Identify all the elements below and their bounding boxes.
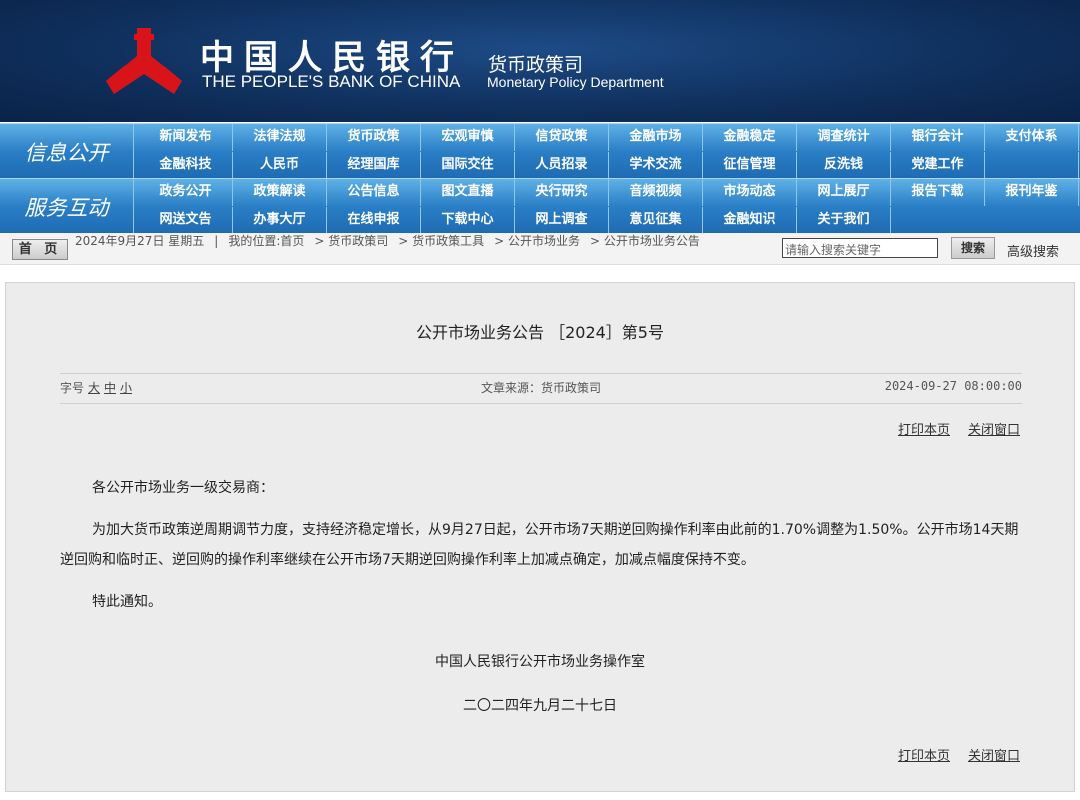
nav-item[interactable]: 党建工作 <box>891 152 985 179</box>
nav-item[interactable]: 新闻发布 <box>139 124 233 151</box>
bank-name-en: THE PEOPLE'S BANK OF CHINA <box>202 72 461 91</box>
nav-item[interactable]: 法律法规 <box>233 124 327 151</box>
site-header: 中国人民银行 THE PEOPLE'S BANK OF CHINA 货币政策司 … <box>0 0 1080 122</box>
nav-item[interactable]: 网上展厅 <box>797 179 891 206</box>
current-date: 2024年9月27日 星期五 <box>75 234 205 248</box>
article-panel: 公开市场业务公告 ［2024］第5号 字号大中小 文章来源：货币政策司 2024… <box>5 282 1075 792</box>
nav-item[interactable]: 政务公开 <box>139 179 233 206</box>
nav-item[interactable]: 金融稳定 <box>703 124 797 151</box>
nav-item[interactable]: 调查统计 <box>797 124 891 151</box>
nav-item[interactable]: 报刊年鉴 <box>985 179 1079 206</box>
department-name-en: Monetary Policy Department <box>487 74 664 90</box>
breadcrumb-item[interactable]: 公开市场业务 <box>508 234 580 248</box>
nav-item[interactable]: 下载中心 <box>421 207 515 234</box>
print-link[interactable]: 打印本页 <box>898 423 950 438</box>
sign-date: 二〇二四年九月二十七日 <box>463 698 617 714</box>
nav-item[interactable]: 金融科技 <box>139 152 233 179</box>
signer: 中国人民银行公开市场业务操作室 <box>435 654 645 670</box>
close-window-link[interactable]: 关闭窗口 <box>968 423 1020 438</box>
nav-item[interactable]: 反洗钱 <box>797 152 891 179</box>
nav-item[interactable]: 在线申报 <box>327 207 421 234</box>
nav-item[interactable]: 央行研究 <box>515 179 609 206</box>
nav-row: 网送文告 办事大厅 在线申报 下载中心 网上调查 意见征集 金融知识 关于我们 <box>139 207 891 234</box>
nav-band-label[interactable]: 服务互动 <box>0 179 134 234</box>
nav-item <box>985 152 1079 179</box>
search-input[interactable]: 请输入搜索关键字 <box>782 238 938 258</box>
nav-item[interactable]: 人员招录 <box>515 152 609 179</box>
nav-item[interactable]: 学术交流 <box>609 152 703 179</box>
nav-band-service: 服务互动 政务公开 政策解读 公告信息 图文直播 央行研究 音频视频 市场动态 网上展厅 报告下… <box>0 178 1080 234</box>
nav-row: 政务公开 政策解读 公告信息 图文直播 央行研究 音频视频 市场动态 网上展厅 报告下载 报刊年鉴 <box>139 179 1079 206</box>
article-actions-bottom: 打印本页 关闭窗口 <box>880 745 1020 764</box>
breadcrumb-home[interactable]: 我的位置:首页 <box>228 234 304 248</box>
department-name-cn: 货币政策司 <box>488 54 584 76</box>
nav-item[interactable]: 金融市场 <box>609 124 703 151</box>
print-link[interactable]: 打印本页 <box>898 749 950 764</box>
nav-item[interactable]: 宏观审慎 <box>421 124 515 151</box>
nav-item[interactable]: 金融知识 <box>703 207 797 234</box>
article-title: 公开市场业务公告 ［2024］第5号 <box>416 323 664 342</box>
nav-band-info: 信息公开 新闻发布 法律法规 货币政策 宏观审慎 信贷政策 金融市场 金融稳定 调查统计 银行会… <box>0 123 1080 179</box>
advanced-search-link[interactable]: 高级搜索 <box>1007 241 1059 260</box>
breadcrumb-item[interactable]: 货币政策工具 <box>412 234 484 248</box>
nav-item[interactable]: 意见征集 <box>609 207 703 234</box>
breadcrumb-item[interactable]: 货币政策司 <box>328 234 388 248</box>
search-button[interactable]: 搜索 <box>951 237 995 259</box>
close-window-link[interactable]: 关闭窗口 <box>968 749 1020 764</box>
nav-row: 金融科技 人民币 经理国库 国际交往 人员招录 学术交流 征信管理 反洗钱 党建工作 <box>139 152 1079 179</box>
article-source: 文章来源：货币政策司 <box>480 381 601 395</box>
nav-item[interactable]: 货币政策 <box>327 124 421 151</box>
article-meta: 字号大中小 文章来源：货币政策司 2024-09-27 08:00:00 <box>60 379 1022 396</box>
nav-item[interactable]: 信贷政策 <box>515 124 609 151</box>
nav-item[interactable]: 支付体系 <box>985 124 1079 151</box>
nav-item[interactable]: 报告下载 <box>891 179 985 206</box>
nav-item[interactable]: 市场动态 <box>703 179 797 206</box>
breadcrumb-item[interactable]: 公开市场业务公告 <box>604 234 700 248</box>
nav-item[interactable]: 网上调查 <box>515 207 609 234</box>
nav-row: 新闻发布 法律法规 货币政策 宏观审慎 信贷政策 金融市场 金融稳定 调查统计 银行会计 支付体系 <box>139 124 1079 151</box>
body-paragraph: 为加大货币政策逆周期调节力度，支持经济稳定增长，从9月27日起，公开市场7天期逆… <box>60 522 1019 568</box>
nav-item[interactable]: 征信管理 <box>703 152 797 179</box>
divider <box>60 373 1022 374</box>
breadcrumb-bar: 首 页 2024年9月27日 星期五 | 我的位置:首页 > 货币政策司 > 货币政策工… <box>0 233 1080 265</box>
nav-item[interactable]: 图文直播 <box>421 179 515 206</box>
nav-item[interactable]: 银行会计 <box>891 124 985 151</box>
nav-item[interactable]: 经理国库 <box>327 152 421 179</box>
separator: | <box>214 234 219 248</box>
article-actions-top: 打印本页 关闭窗口 <box>880 419 1020 438</box>
greeting: 各公开市场业务一级交易商： <box>92 480 274 496</box>
divider <box>60 403 1022 404</box>
nav-item[interactable]: 关于我们 <box>797 207 891 234</box>
closing: 特此通知。 <box>92 594 162 610</box>
pboc-logo-icon <box>106 28 182 94</box>
nav-item[interactable]: 人民币 <box>233 152 327 179</box>
nav-item[interactable]: 公告信息 <box>327 179 421 206</box>
nav-item[interactable]: 音频视频 <box>609 179 703 206</box>
article-body: 各公开市场业务一级交易商： 为加大货币政策逆周期调节力度，支持经济稳定增长，从9… <box>60 473 1030 629</box>
nav-item[interactable]: 网送文告 <box>139 207 233 234</box>
article-datetime: 2024-09-27 08:00:00 <box>884 379 1022 393</box>
breadcrumb: 2024年9月27日 星期五 | 我的位置:首页 > 货币政策司 > 货币政策工具 > 公… <box>75 234 700 248</box>
nav-band-label[interactable]: 信息公开 <box>0 124 134 179</box>
home-button[interactable]: 首 页 <box>12 239 68 260</box>
nav-item[interactable]: 政策解读 <box>233 179 327 206</box>
nav-item[interactable]: 国际交往 <box>421 152 515 179</box>
nav-item[interactable]: 办事大厅 <box>233 207 327 234</box>
